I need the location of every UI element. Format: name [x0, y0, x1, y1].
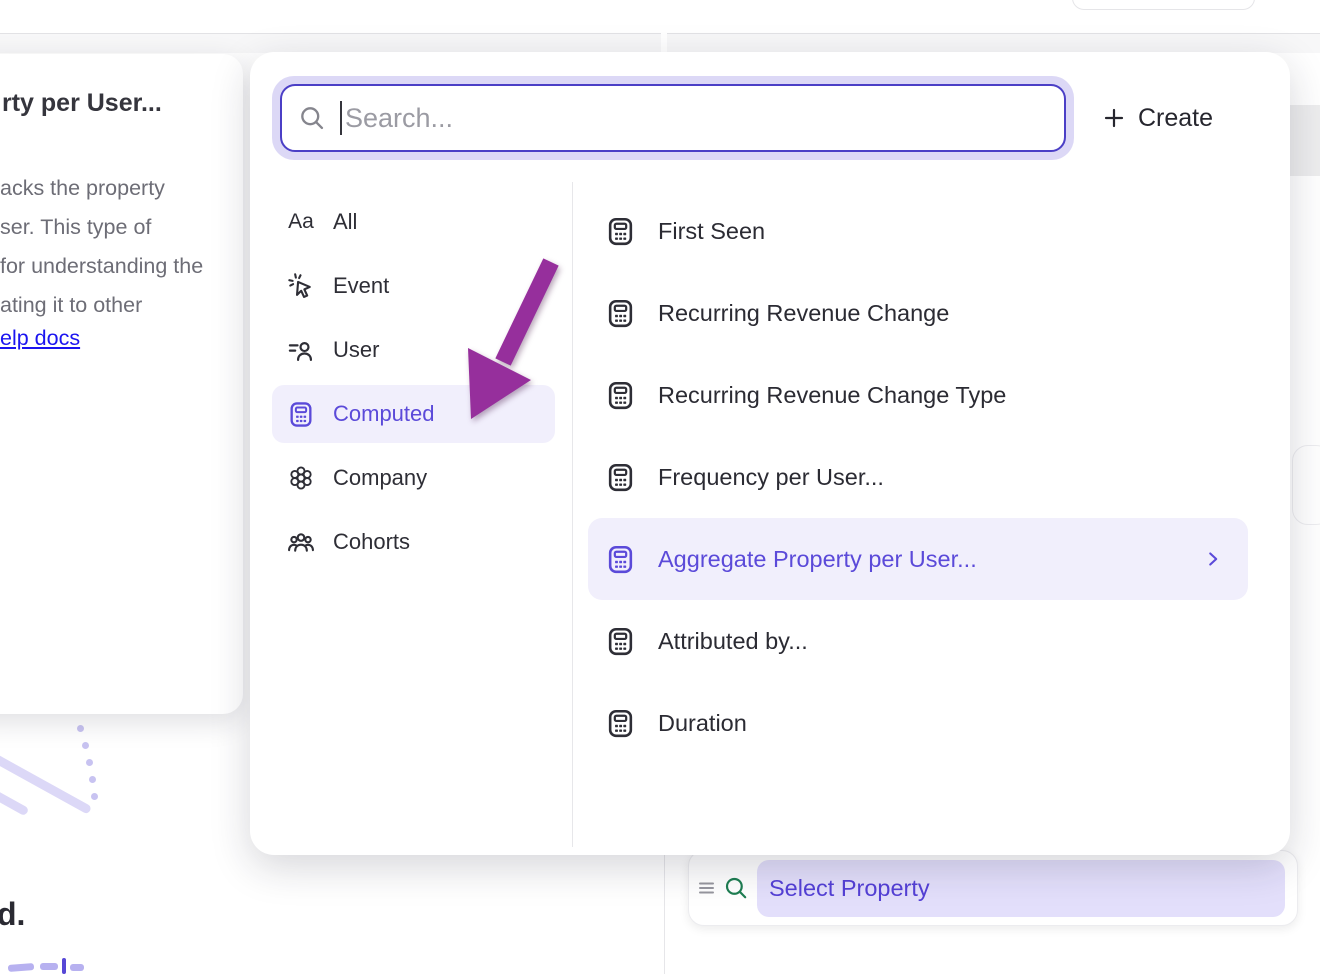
category-company[interactable]: Company [272, 449, 555, 507]
category-label: Company [333, 465, 427, 491]
drag-handle-icon[interactable] [697, 878, 717, 898]
tooltip-title: rty per User... [2, 89, 162, 118]
help-docs-link[interactable]: elp docs [0, 326, 80, 351]
background-panel-border [0, 33, 1320, 53]
plus-icon [1102, 106, 1126, 130]
property-picker-modal: Create Aa All Event [250, 52, 1290, 855]
calculator-icon [605, 380, 636, 411]
event-click-icon [287, 272, 315, 300]
calculator-icon [605, 216, 636, 247]
text-cursor [340, 101, 342, 135]
property-label: Duration [658, 710, 747, 737]
property-item[interactable]: Recurring Revenue Change Type [588, 354, 1248, 436]
property-item[interactable]: Frequency per User... [588, 436, 1248, 518]
property-label: Recurring Revenue Change Type [658, 382, 1006, 409]
category-label: Event [333, 273, 389, 299]
category-cohorts[interactable]: Cohorts [272, 513, 555, 571]
property-label: Frequency per User... [658, 464, 884, 491]
search-icon [298, 104, 326, 132]
user-profile-icon [287, 336, 315, 364]
clipped-link-fragment [62, 958, 66, 974]
select-property-button[interactable]: Select Property [757, 860, 1285, 917]
decorative-chart-line [0, 775, 29, 817]
search-field[interactable] [280, 84, 1066, 152]
property-label: First Seen [658, 218, 765, 245]
company-cluster-icon [287, 464, 315, 492]
text-aa-icon: Aa [287, 208, 315, 236]
tooltip-body-line: acks the property [0, 176, 165, 201]
property-description-tooltip: rty per User... acks the property ser. T… [0, 54, 243, 714]
property-item[interactable]: First Seen [588, 190, 1248, 272]
create-button[interactable]: Create [1102, 96, 1213, 140]
clipped-right-card [1292, 445, 1320, 525]
clipped-heading-fragment: d. [0, 896, 25, 933]
category-all[interactable]: Aa All [272, 193, 555, 251]
clipped-link-fragment [40, 963, 58, 970]
tooltip-body-line: ser. This type of [0, 215, 151, 240]
decorative-dot [82, 742, 89, 749]
property-item[interactable]: Attributed by... [588, 600, 1248, 682]
calculator-icon [605, 462, 636, 493]
cohorts-group-icon [287, 528, 315, 556]
search-focus-ring [272, 76, 1074, 160]
property-label: Aggregate Property per User... [658, 546, 977, 573]
clipped-link-fragment [70, 964, 84, 971]
decorative-dot [89, 776, 96, 783]
tooltip-body-line: ating it to other [0, 293, 142, 318]
panel-vertical-divider [664, 848, 665, 974]
property-item-aggregate-property[interactable]: Aggregate Property per User... [588, 518, 1248, 600]
property-label: Attributed by... [658, 628, 808, 655]
tooltip-body-line: for understanding the [0, 254, 203, 279]
clipped-right-panel [1290, 105, 1320, 176]
modal-column-divider [572, 182, 573, 847]
category-computed[interactable]: Computed [272, 385, 555, 443]
category-label: All [333, 209, 357, 235]
create-button-label: Create [1138, 104, 1213, 133]
calculator-icon [605, 708, 636, 739]
select-property-card: Select Property [688, 850, 1298, 926]
decorative-dot [77, 725, 84, 732]
decorative-dot [86, 759, 93, 766]
category-user[interactable]: User [272, 321, 555, 379]
clipped-top-button [1072, 0, 1255, 10]
category-label: Computed [333, 401, 435, 427]
property-item[interactable]: Duration [588, 682, 1248, 764]
chevron-right-icon [1202, 548, 1224, 570]
select-property-label: Select Property [769, 875, 930, 902]
search-input[interactable] [345, 103, 1064, 134]
panel-divider-gap [661, 33, 667, 53]
category-label: Cohorts [333, 529, 410, 555]
category-event[interactable]: Event [272, 257, 555, 315]
property-item[interactable]: Recurring Revenue Change [588, 272, 1248, 354]
decorative-dot [91, 793, 98, 800]
calculator-icon [287, 400, 315, 429]
category-label: User [333, 337, 379, 363]
property-label: Recurring Revenue Change [658, 300, 949, 327]
calculator-icon [605, 544, 636, 575]
calculator-icon [605, 298, 636, 329]
property-search-icon [723, 875, 749, 901]
calculator-icon [605, 626, 636, 657]
clipped-link-fragment [8, 963, 34, 972]
